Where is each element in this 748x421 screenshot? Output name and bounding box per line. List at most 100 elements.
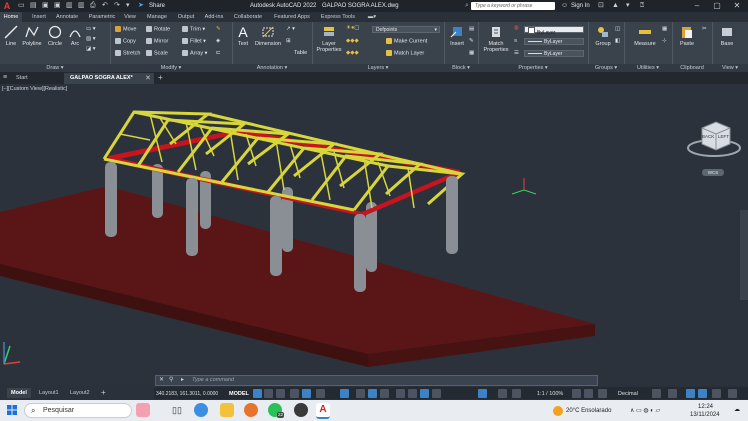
user-icon[interactable]: ☺ xyxy=(561,1,568,11)
table-button[interactable]: Table xyxy=(294,50,307,57)
paste-button[interactable]: Paste xyxy=(676,25,698,47)
camera-icon[interactable] xyxy=(294,403,308,417)
undo-icon[interactable]: ↶ xyxy=(102,1,108,11)
chevron-down-icon[interactable]: ▾ xyxy=(126,1,130,11)
layers-panel-title[interactable]: Layers ▾ xyxy=(312,64,444,72)
gizmo-icon[interactable] xyxy=(512,389,521,398)
modify-panel-title[interactable]: Modify ▾ xyxy=(110,64,232,72)
save-web-icon[interactable]: ▥ xyxy=(78,1,85,11)
lineweight-dropdown[interactable]: ByLayer xyxy=(524,38,584,45)
weather-text[interactable]: 20°C Ensolarado xyxy=(566,407,611,415)
minimize-button[interactable]: – xyxy=(690,0,704,12)
tab-featured-apps[interactable]: Featured Apps xyxy=(270,12,314,22)
add-layout-icon[interactable]: + xyxy=(97,388,110,398)
annotation-monitor-icon[interactable] xyxy=(598,389,607,398)
tab-insert[interactable]: Insert xyxy=(28,12,50,22)
layer-off-icons[interactable]: ◆◆◆ xyxy=(346,38,359,45)
trim-button[interactable]: Trim ▾ xyxy=(182,26,205,33)
command-input[interactable]: Type a command xyxy=(192,376,234,385)
tab-parametric[interactable]: Parametric xyxy=(86,12,118,22)
explode-icon[interactable]: ◈ xyxy=(216,38,220,45)
view-panel-title[interactable]: View ▾ xyxy=(712,64,748,72)
polyline-button[interactable]: Polyline xyxy=(20,25,44,47)
layer-iso-icons[interactable]: ◆◆◆ xyxy=(346,50,359,57)
command-line[interactable]: ✕ ⚲ ▸ Type a command xyxy=(155,375,598,386)
circle-button[interactable]: Circle xyxy=(45,25,65,47)
copy-button[interactable]: Copy xyxy=(115,38,136,45)
polar-icon[interactable] xyxy=(316,389,325,398)
line-button[interactable]: Line xyxy=(2,25,20,47)
close-tab-icon[interactable]: ✕ xyxy=(145,74,151,82)
tab-express-tools[interactable]: Express Tools xyxy=(318,12,358,22)
clock-date[interactable]: 13/11/2024 xyxy=(690,411,720,419)
plot-icon[interactable]: ⎙ xyxy=(90,1,96,11)
rectangle-icon[interactable]: ▭ ▾ xyxy=(86,26,96,33)
match-layer-button[interactable]: Match Layer xyxy=(386,50,424,57)
autocad-logo-icon[interactable]: A xyxy=(2,1,12,11)
hardware-acceleration-icon[interactable] xyxy=(698,389,707,398)
drawing-tab[interactable]: GALPAO SOGRA ALEX* xyxy=(64,73,154,84)
viewcube-left-face[interactable]: LEFT xyxy=(718,134,729,139)
ortho-icon[interactable] xyxy=(302,389,311,398)
table-icon[interactable]: ⊞ xyxy=(286,38,291,45)
share-button[interactable]: Share xyxy=(149,1,165,11)
layout-tab-model[interactable]: Model xyxy=(7,388,31,398)
linetype-icon[interactable]: ☰ xyxy=(514,50,519,57)
attribute-icon[interactable]: ▦ xyxy=(469,50,474,57)
open-file-icon[interactable]: ▤ xyxy=(30,1,37,11)
make-current-button[interactable]: Make Current xyxy=(386,38,427,45)
close-button[interactable]: ✕ xyxy=(730,0,744,12)
model-space-button[interactable]: MODEL xyxy=(229,390,249,398)
group-button[interactable]: Group xyxy=(592,25,614,47)
windows-start-icon[interactable] xyxy=(7,405,17,415)
ungroup-icon[interactable]: ◫ xyxy=(615,26,620,33)
quick-properties-icon[interactable] xyxy=(652,389,661,398)
clock-time[interactable]: 12:24 xyxy=(698,403,713,411)
selection-filter-icon[interactable] xyxy=(498,389,507,398)
utilities-panel-title[interactable]: Utilities ▾ xyxy=(624,64,672,72)
tab-manage[interactable]: Manage xyxy=(143,12,171,22)
layer-properties-button[interactable]: Layer Properties xyxy=(314,25,344,53)
edit-block-icon[interactable]: ✎ xyxy=(469,38,474,45)
grid-icon[interactable] xyxy=(253,389,262,398)
dynamic-input-icon[interactable] xyxy=(290,389,299,398)
insert-button[interactable]: Insert xyxy=(446,25,468,47)
viewcube[interactable]: BACK LEFT xyxy=(686,116,742,160)
snap-icon[interactable] xyxy=(264,389,273,398)
redo-icon[interactable]: ↷ xyxy=(114,1,120,11)
hatch-icon[interactable]: ▨ ▾ xyxy=(86,36,96,43)
task-view-icon[interactable]: ▯▯ xyxy=(170,403,184,417)
new-file-icon[interactable]: ▭ xyxy=(18,1,25,11)
coordinates-readout[interactable]: 340.2183, 161.3011, 0.0000 xyxy=(156,390,218,398)
lineweight-display-icon[interactable] xyxy=(396,389,405,398)
move-button[interactable]: Move xyxy=(115,26,136,33)
arc-button[interactable]: Arc xyxy=(66,25,84,47)
open-web-icon[interactable]: ▥ xyxy=(66,1,73,11)
linetype-dropdown[interactable]: ByLayer xyxy=(524,50,584,57)
taskbar-search[interactable]: ⌕ Pesquisar xyxy=(24,403,132,418)
tab-home[interactable]: Home xyxy=(0,12,22,22)
erase-icon[interactable]: ✎ xyxy=(216,26,221,33)
base-button[interactable]: Base xyxy=(716,25,738,47)
measure-button[interactable]: Measure xyxy=(630,25,660,47)
navigation-bar[interactable] xyxy=(740,210,748,300)
autodesk-a360-icon[interactable]: ▲ xyxy=(612,1,619,11)
3d-osnap-icon[interactable] xyxy=(432,389,441,398)
start-tab[interactable]: Start xyxy=(10,73,34,84)
properties-panel-title[interactable]: Properties ▾ xyxy=(478,64,588,72)
layer-state-icons[interactable]: ☀●▢ xyxy=(346,25,359,32)
tray-icons[interactable]: ∧ ▭ ◍ ◐ ▱ xyxy=(630,407,660,415)
region-icon[interactable]: ◪ ▾ xyxy=(86,46,96,53)
units-dropdown[interactable]: Decimal xyxy=(618,390,638,398)
menu-icon[interactable]: ≡ xyxy=(3,74,7,81)
rotate-button[interactable]: Rotate xyxy=(146,26,170,33)
clipboard-panel-title[interactable]: Clipboard xyxy=(672,64,712,72)
text-button[interactable]: A Text xyxy=(234,25,252,47)
create-block-icon[interactable]: ▤ xyxy=(469,26,474,33)
sign-in-button[interactable]: Sign In xyxy=(571,1,590,11)
viewcube-back-face[interactable]: BACK xyxy=(702,134,714,139)
tab-view[interactable]: View xyxy=(121,12,139,22)
chevron-down-icon[interactable]: ▾ xyxy=(626,1,630,11)
save-icon[interactable]: ▣ xyxy=(42,1,49,11)
calculator-icon[interactable]: ▦ xyxy=(662,26,667,33)
